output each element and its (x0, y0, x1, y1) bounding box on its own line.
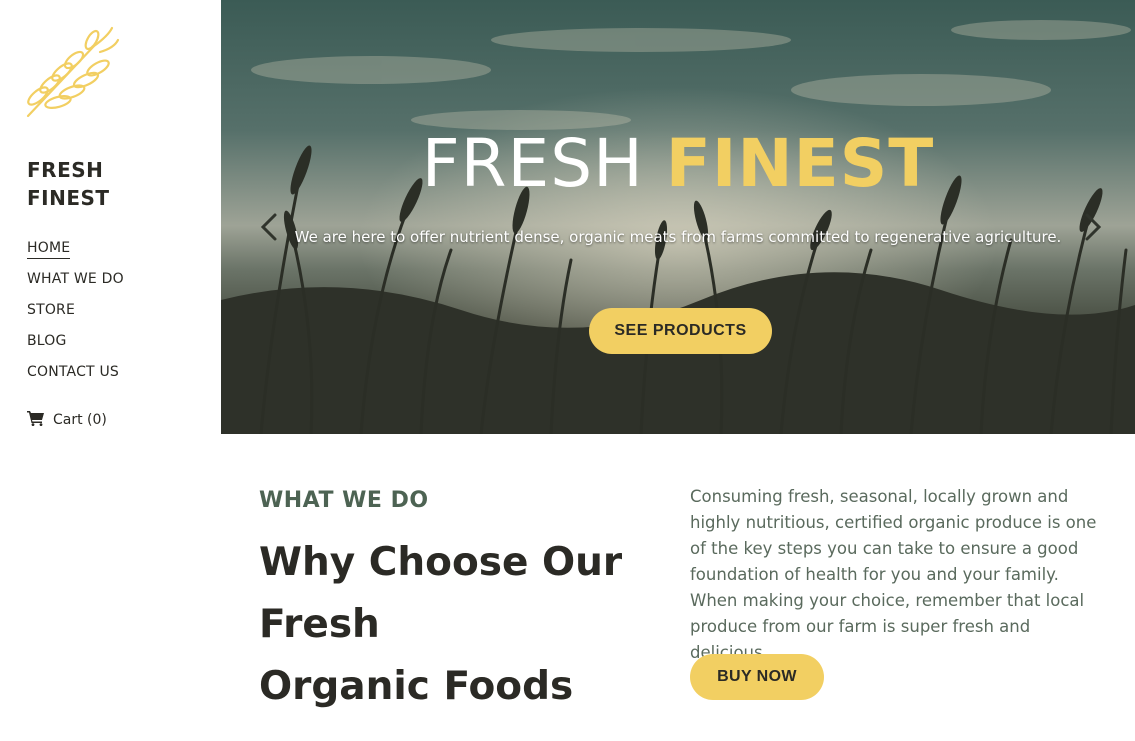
cart-link[interactable]: Cart (0) (27, 410, 107, 430)
section-label: WHAT WE DO (259, 488, 429, 513)
sidebar: FRESH FINEST HOME WHAT WE DO STORE BLOG … (0, 0, 221, 741)
buy-now-button[interactable]: BUY NOW (690, 654, 824, 700)
brand-name-line1: FRESH (27, 158, 104, 182)
shopping-cart-icon (27, 410, 45, 430)
section-heading: Why Choose Our Fresh Organic Foods (259, 532, 659, 718)
nav-item-blog[interactable]: BLOG (27, 331, 124, 362)
brand-name[interactable]: FRESH FINEST (27, 156, 187, 212)
nav-item-what-we-do[interactable]: WHAT WE DO (27, 269, 124, 300)
section-description: Consuming fresh, seasonal, locally grown… (690, 487, 1097, 662)
nav-item-store[interactable]: STORE (27, 300, 124, 331)
hero-title-accent: FINEST (665, 125, 935, 202)
hero-title-light: FRESH (421, 125, 644, 202)
brand-name-line2: FINEST (27, 186, 110, 210)
cart-label: Cart (0) (53, 412, 107, 428)
see-products-button[interactable]: SEE PRODUCTS (589, 308, 772, 354)
wheat-logo-icon[interactable] (24, 26, 122, 120)
hero-subtitle: We are here to offer nutrient dense, org… (294, 228, 1062, 246)
nav-item-contact-us[interactable]: CONTACT US (27, 362, 124, 393)
section-heading-line3: Organic Foods (259, 664, 574, 709)
section-heading-line2: Fresh (259, 602, 380, 647)
main-nav: HOME WHAT WE DO STORE BLOG CONTACT US (27, 238, 124, 393)
section-heading-line1: Why Choose Our (259, 540, 623, 585)
hero-title: FRESH FINEST (221, 126, 1135, 202)
nav-item-home[interactable]: HOME (27, 238, 124, 269)
hero-banner: FRESH FINEST We are here to offer nutrie… (221, 0, 1135, 434)
hero-background-image (221, 0, 1135, 434)
